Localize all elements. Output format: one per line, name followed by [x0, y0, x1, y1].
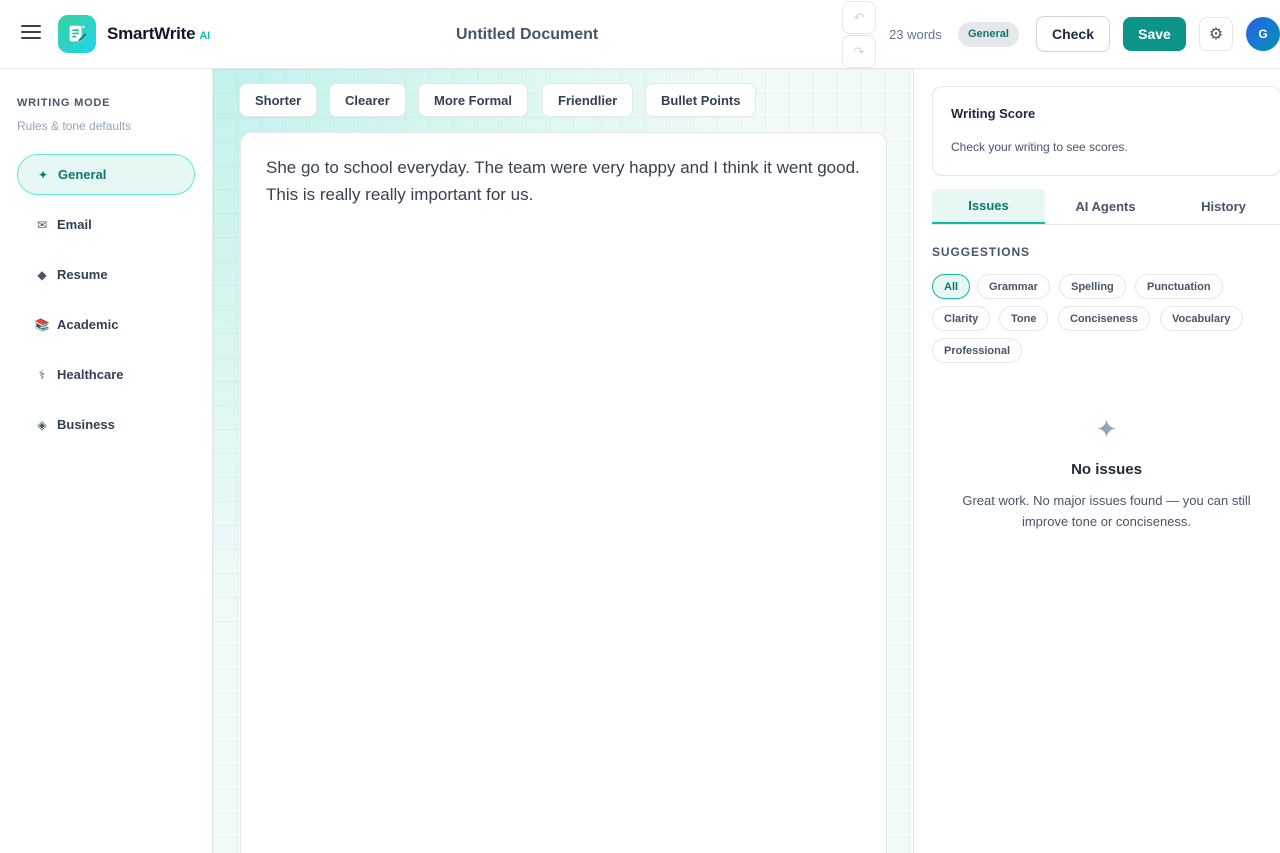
suggestions-title: SUGGESTIONS [932, 245, 1030, 259]
sidebar-item-label: Email [57, 217, 92, 232]
redo-icon[interactable]: ↷ [842, 35, 876, 68]
editor-area: Shorter Clearer More Formal Friendlier B… [213, 69, 913, 853]
sidebar-item-label: Business [57, 417, 115, 432]
gear-icon[interactable]: ⚙ [1199, 17, 1233, 51]
panel-tabs: Issues AI Agents History [932, 189, 1280, 225]
filter-punctuation[interactable]: Punctuation [1135, 274, 1223, 299]
tab-ai-agents[interactable]: AI Agents [1049, 189, 1162, 224]
sidebar-item-business[interactable]: ◈ Business [17, 404, 195, 445]
sidebar-item-label: Academic [57, 317, 119, 332]
insights-panel: Writing Score Check your writing to see … [913, 69, 1280, 853]
tab-history[interactable]: History [1166, 189, 1280, 224]
writing-mode-sidebar: WRITING MODE Rules & tone defaults ✦ Gen… [0, 69, 213, 853]
undo-icon[interactable]: ↶ [842, 1, 876, 34]
history-controls: ↶ ↷ [842, 1, 876, 68]
sparkle-icon: ✦ [37, 167, 49, 182]
hamburger-menu-icon[interactable] [20, 22, 42, 44]
brand-suffix: AI [199, 30, 210, 42]
sidebar-item-healthcare[interactable]: ⚕ Healthcare [17, 354, 195, 395]
filter-grammar[interactable]: Grammar [977, 274, 1050, 299]
filter-conciseness[interactable]: Conciseness [1058, 306, 1150, 331]
brand-text: SmartWrite [107, 24, 196, 43]
tab-issues[interactable]: Issues [932, 189, 1045, 224]
app-header: SmartWrite AI Untitled Document ↶ ↷ 23 wo… [0, 0, 1280, 69]
books-icon: 📚 [34, 317, 50, 332]
sidebar-item-email[interactable]: ✉ Email [17, 204, 195, 245]
sidebar-item-academic[interactable]: 📚 Academic [17, 304, 195, 345]
save-button[interactable]: Save [1123, 17, 1186, 51]
word-count: 23 words [889, 27, 942, 42]
score-title: Writing Score [951, 106, 1036, 121]
empty-state-title: No issues [1071, 461, 1142, 478]
document-title[interactable]: Untitled Document [456, 26, 598, 44]
avatar[interactable]: G [1246, 17, 1280, 51]
sidebar-item-label: Healthcare [57, 367, 124, 382]
brand-name: SmartWrite AI [107, 24, 210, 44]
diamond-icon: ◆ [37, 267, 47, 282]
filter-clarity[interactable]: Clarity [932, 306, 991, 331]
sidebar-item-resume[interactable]: ◆ Resume [17, 254, 195, 295]
filter-vocabulary[interactable]: Vocabulary [1160, 306, 1243, 331]
mode-badge: General [958, 22, 1019, 47]
rewrite-shorter-button[interactable]: Shorter [239, 83, 318, 117]
document-editor[interactable]: She go to school everyday. The team were… [240, 132, 887, 853]
envelope-icon: ✉ [36, 217, 48, 232]
sidebar-item-label: Resume [57, 267, 108, 282]
sidebar-item-label: General [58, 167, 107, 182]
rewrite-more-formal-button[interactable]: More Formal [418, 83, 529, 117]
writing-score-card: Writing Score Check your writing to see … [932, 86, 1280, 176]
caduceus-icon: ⚕ [38, 367, 46, 382]
rewrite-bullet-points-button[interactable]: Bullet Points [645, 83, 757, 117]
rewrite-friendlier-button[interactable]: Friendlier [542, 83, 634, 117]
filter-tone[interactable]: Tone [999, 306, 1049, 331]
diamond-outline-icon: ◈ [37, 417, 47, 432]
check-button[interactable]: Check [1036, 16, 1110, 52]
empty-state-description: Great work. No major issues found — you … [962, 493, 1251, 529]
filter-spelling[interactable]: Spelling [1059, 274, 1126, 299]
sidebar-title: WRITING MODE [17, 97, 111, 109]
score-subtitle: Check your writing to see scores. [951, 140, 1128, 154]
sidebar-item-general[interactable]: ✦ General [17, 154, 195, 195]
filter-professional[interactable]: Professional [932, 338, 1023, 363]
app-logo-icon [58, 15, 96, 53]
sparkle-icon: ✦ [1095, 414, 1118, 444]
sidebar-subtitle: Rules & tone defaults [17, 119, 132, 133]
filter-all[interactable]: All [932, 274, 971, 299]
empty-state: ✦ No issues Great work. No major issues … [932, 414, 1280, 532]
rewrite-clearer-button[interactable]: Clearer [329, 83, 406, 117]
